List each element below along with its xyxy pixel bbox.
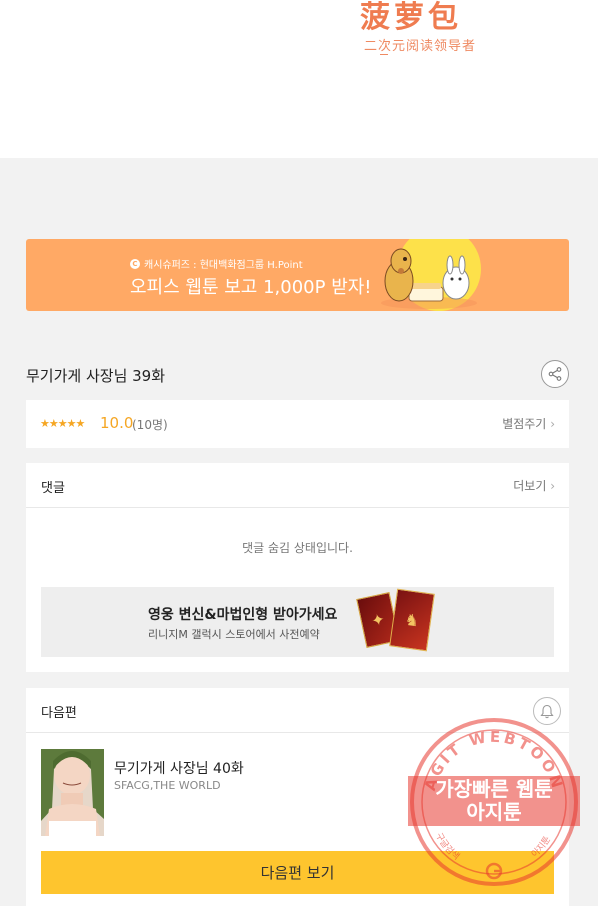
episode-title: 무기가게 사장님 39화: [26, 367, 166, 385]
promo-banner-illustration: [381, 239, 481, 311]
next-episode-heading: 다음편: [41, 706, 77, 721]
chevron-right-icon: ›: [550, 417, 555, 431]
promo-banner-small-text: 캐시슈퍼즈 : 현대백화점그룹 H.Point: [144, 260, 303, 271]
comments-more-button[interactable]: 더보기 ›: [513, 477, 555, 494]
ad-title: 영웅 변신&마법인형 받아가세요: [148, 607, 338, 623]
comments-section: 댓글 더보기 › 댓글 숨김 상태입니다. 영웅 변신&마법인형 받아가세요 리…: [26, 463, 569, 672]
share-icon: [548, 367, 562, 381]
ad-card-image: ♞: [389, 588, 435, 652]
episode-thumbnail-image: [41, 749, 104, 836]
promo-banner-headline: 오피스 웹툰 보고 1,000P 받자!: [130, 277, 372, 298]
rate-button[interactable]: 별점주기 ›: [502, 415, 555, 432]
sfacg-logo: 菠萝包: [360, 0, 462, 35]
rating-card: ★★★★★ 10.0 (10명) 별점주기 ›: [26, 400, 569, 448]
ad-subtitle: 리니지M 갤럭시 스토어에서 사전예약: [148, 628, 320, 641]
next-episode-author: SFACG,THE WORLD: [114, 779, 221, 792]
comments-header: 댓글 더보기 ›: [26, 463, 569, 508]
header-area: 菠萝包 二次元阅读领导者: [0, 0, 598, 158]
rating-count: (10명): [132, 418, 168, 432]
notification-button[interactable]: [533, 697, 561, 725]
comments-hidden-message: 댓글 숨김 상태입니다.: [242, 541, 353, 555]
comments-more-label: 더보기: [513, 479, 547, 493]
chevron-right-icon: ›: [550, 479, 555, 493]
logo-divider: [380, 54, 388, 55]
promo-banner-caption: C 캐시슈퍼즈 : 현대백화점그룹 H.Point: [130, 256, 303, 271]
rating-score: 10.0: [100, 414, 134, 432]
episode-title-row: 무기가게 사장님 39화: [26, 360, 569, 390]
bell-icon: [540, 704, 554, 718]
promo-banner[interactable]: C 캐시슈퍼즈 : 현대백화점그룹 H.Point 오피스 웹툰 보고 1,00…: [26, 239, 569, 311]
rate-button-label: 별점주기: [502, 417, 547, 431]
next-episode-section: 다음편 무기가게 사장님 40화 SFACG,THE WORLD 다음편 보기: [26, 688, 569, 906]
next-episode-thumbnail[interactable]: [41, 749, 104, 836]
next-episode-button[interactable]: 다음편 보기: [41, 851, 554, 894]
share-button[interactable]: [541, 360, 569, 388]
comments-title: 댓글: [41, 481, 65, 496]
next-episode-title[interactable]: 무기가게 사장님 40화: [114, 758, 244, 778]
cash-logo-icon: C: [130, 258, 140, 269]
sfacg-logo-tagline: 二次元阅读领导者: [364, 39, 477, 54]
rating-stars: ★★★★★: [40, 417, 85, 430]
ad-banner[interactable]: 영웅 변신&마법인형 받아가세요 리니지M 갤럭시 스토어에서 사전예약 ✦ ♞: [41, 587, 554, 657]
next-episode-header: 다음편: [26, 688, 569, 733]
